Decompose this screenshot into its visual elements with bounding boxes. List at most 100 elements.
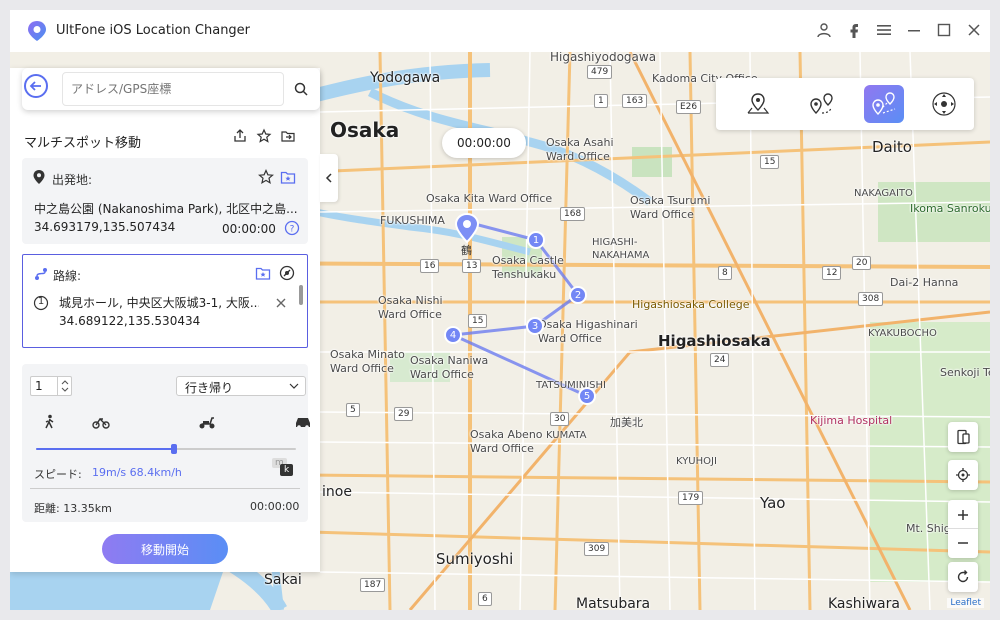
unit-k[interactable]: k [280, 464, 294, 476]
map-label-daito: Daito [872, 138, 912, 156]
back-button[interactable] [24, 74, 48, 98]
route-item-name: 城見ホール, 中央区大阪城3-1, 大阪... [59, 296, 259, 310]
route-marker-2[interactable]: 2 [569, 286, 587, 304]
walk-icon[interactable] [42, 414, 58, 430]
stepper-arrows-icon [61, 380, 69, 392]
joystick-mode-icon [932, 92, 956, 116]
route-icon [35, 268, 47, 280]
route-shield: 479 [587, 65, 613, 79]
folder-star-icon[interactable] [280, 169, 296, 185]
teleport-mode-button[interactable] [738, 85, 778, 123]
route-marker-4[interactable]: 4 [444, 326, 462, 344]
bike-icon[interactable] [92, 414, 110, 430]
loop-mode-select[interactable]: 行き帰り [176, 376, 306, 396]
maximize-icon[interactable] [934, 20, 954, 40]
joystick-mode-button[interactable] [924, 85, 964, 123]
route-marker-5[interactable]: 5 [578, 387, 596, 405]
map-label-mt-shig: Mt. Shig [906, 522, 951, 535]
search-input[interactable] [62, 72, 284, 106]
close-icon[interactable] [964, 20, 984, 40]
start-location-card: 出発地: 中之島公園 (Nakanoshima Park), 北区中之島... … [22, 158, 308, 244]
route-shield: 15 [468, 314, 488, 328]
map-label-kyakubocho: KYAKUBOCHO [868, 328, 937, 339]
clear-route-icon[interactable] [279, 265, 295, 281]
route-shield: 308 [858, 292, 884, 306]
map-label-kyuhoji: KYUHOJI [676, 456, 717, 467]
export-icon[interactable] [232, 128, 248, 144]
start-label: 出発地: [52, 173, 93, 187]
map-label-osaka: Osaka [330, 118, 400, 142]
start-time: 00:00:00 [222, 222, 276, 236]
route-shield: 13 [462, 259, 482, 273]
route-shield: 20 [852, 256, 872, 270]
zoom-control [948, 500, 978, 558]
chevron-down-icon [289, 383, 299, 389]
star-icon[interactable] [258, 169, 274, 185]
map-label-yodogawa: Yodogawa [370, 70, 441, 86]
remove-route-item-icon[interactable] [275, 297, 287, 309]
zoom-in-button[interactable] [948, 501, 978, 529]
unit-toggle[interactable]: m k [268, 458, 296, 476]
stepper-arrows[interactable] [57, 377, 71, 395]
start-location-coords: 34.693179,135.507434 [34, 220, 176, 234]
route-marker-3[interactable]: 3 [526, 317, 544, 335]
favorite-add-icon[interactable] [256, 128, 272, 144]
speed-label: スピード: [34, 468, 82, 481]
mode-toolbar [716, 78, 974, 130]
facebook-icon[interactable] [844, 20, 864, 40]
loop-mode-value: 行き帰り [185, 381, 234, 395]
start-move-button[interactable]: 移動開始 [102, 534, 228, 564]
loop-count-stepper[interactable]: 1 [30, 376, 72, 396]
arrow-left-icon [29, 81, 41, 91]
route-shield: 8 [718, 266, 732, 280]
map-label-higashiyodogawa: Higashiyodogawa [550, 52, 657, 64]
route-item-coords: 34.689122,135.530434 [59, 314, 201, 328]
speed-slider-thumb[interactable] [171, 444, 177, 454]
map-label-fukushima: FUKUSHIMA [380, 214, 445, 227]
map-label-castle: Osaka Castle Tenshukaku [492, 254, 564, 281]
movement-settings: 1 行き帰り スピード: 19m/s 68.4km/h m k 距離: 13.3… [22, 364, 310, 522]
minimize-icon[interactable] [904, 20, 924, 40]
locate-me-button[interactable] [948, 460, 978, 490]
zoom-out-button[interactable] [948, 529, 978, 557]
route-shield: 15 [760, 155, 780, 169]
map-label-higashinakahama: HIGASHI- NAKAHAMA [592, 237, 650, 261]
reset-button[interactable] [948, 562, 978, 592]
help-icon[interactable]: ? [284, 220, 300, 236]
route-item-index: 1 [37, 296, 45, 307]
start-location-pin-icon[interactable] [452, 212, 482, 246]
folder-save-icon[interactable] [255, 265, 271, 281]
leaflet-attribution[interactable]: Leaflet [947, 598, 984, 608]
menu-icon[interactable] [874, 20, 894, 40]
route-shield: 187 [360, 578, 386, 592]
chevron-left-icon [325, 173, 332, 183]
route-list-scrollbar[interactable] [299, 285, 303, 305]
divider [30, 488, 300, 489]
route-shield: 30 [550, 412, 570, 426]
speed-value: 19m/s 68.4km/h [92, 466, 182, 479]
location-pin-icon [33, 170, 45, 184]
device-button[interactable] [948, 422, 978, 452]
map-label-nishi: Osaka Nishi Ward Office [378, 294, 443, 321]
map-label-osaka-asahi: Osaka Asahi Ward Office [546, 136, 614, 163]
map-label-kumata: KUMATA [546, 430, 587, 441]
route-shield: 12 [822, 266, 842, 280]
search-button[interactable] [286, 72, 316, 106]
minus-icon [958, 542, 968, 544]
route-marker-1[interactable]: 1 [527, 231, 545, 249]
collapse-panel-button[interactable] [320, 154, 338, 202]
scooter-icon[interactable] [198, 414, 216, 430]
teleport-mode-icon [747, 93, 770, 114]
multi-spot-mode-button[interactable] [864, 85, 904, 123]
route-shield: 179 [678, 491, 704, 505]
folder-import-icon[interactable] [280, 128, 296, 144]
map-label-minato: Osaka Minato Ward Office [330, 348, 405, 375]
map-label-dai2: Dai-2 Hanna [890, 276, 959, 289]
two-spot-mode-button[interactable] [802, 85, 842, 123]
route-shield: 29 [394, 407, 414, 421]
title-bar: UltFone iOS Location Changer [10, 10, 990, 52]
map-label-higashiosaka: Higashiosaka [658, 332, 771, 350]
car-icon[interactable] [294, 414, 312, 430]
account-icon[interactable] [814, 20, 834, 40]
map-label-yao: Yao [760, 494, 786, 512]
